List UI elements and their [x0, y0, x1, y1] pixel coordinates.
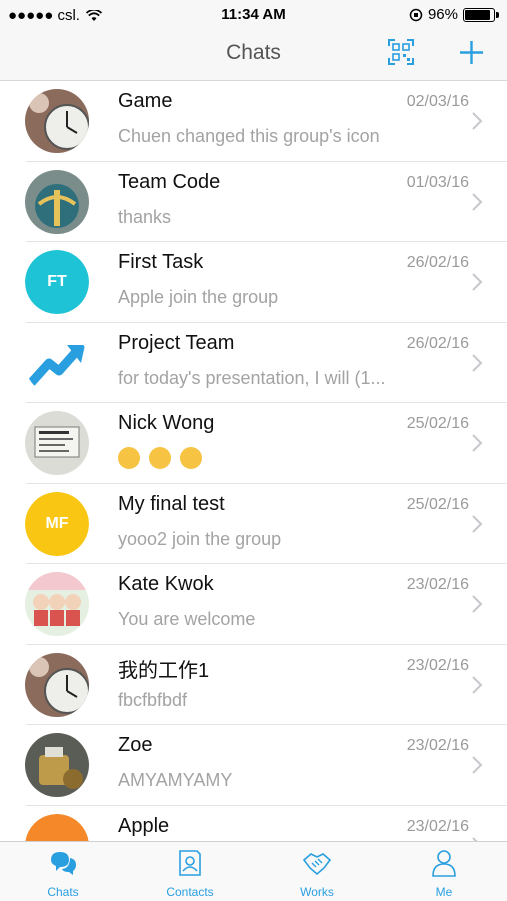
chat-date: 23/02/16: [406, 656, 469, 674]
chat-item-kate-kwok[interactable]: Kate Kwok 23/02/16 You are welcome: [0, 564, 507, 645]
tab-me[interactable]: Me: [381, 842, 507, 901]
chat-item-game[interactable]: Game 02/03/16 Chuen changed this group's…: [0, 81, 507, 162]
tab-label: Me: [435, 885, 453, 899]
note-photo-avatar: [25, 411, 89, 475]
tab-chats[interactable]: Chats: [0, 842, 126, 901]
chat-name: Zoe: [118, 734, 153, 756]
battery-percent: 96%: [427, 6, 458, 23]
trend-arrow-icon: [25, 330, 89, 395]
tab-contacts[interactable]: Contacts: [127, 842, 253, 901]
battery-tip: [496, 11, 499, 18]
chat-preview: for today's presentation, I will (1...: [118, 367, 386, 388]
chat-date: 23/02/16: [406, 576, 469, 593]
chevron-right-icon: [472, 434, 483, 452]
tab-label: Chats: [47, 885, 79, 899]
chat-date: 25/02/16: [406, 415, 469, 432]
avatar: FT: [25, 250, 89, 314]
chevron-right-icon: [472, 353, 483, 372]
chat-item-apple[interactable]: Apple 23/02/16: [0, 806, 507, 841]
contacts-icon: [179, 850, 201, 876]
chat-date: 23/02/16: [406, 817, 469, 835]
chat-preview: Chuen changed this group's icon: [118, 126, 380, 146]
chat-name: Nick Wong: [118, 412, 215, 434]
clock-photo-avatar: [25, 89, 89, 153]
chat-preview: yooo2 join the group: [118, 528, 282, 549]
chat-item-project-team[interactable]: Project Team 26/02/16 for today's presen…: [0, 323, 507, 404]
chevron-right-icon: [472, 675, 483, 694]
add-icon[interactable]: [458, 39, 485, 66]
chat-item-zoe[interactable]: Zoe 23/02/16 AMYAMYAMY: [0, 725, 507, 806]
battery-icon: [463, 7, 495, 22]
tab-label: Works: [300, 885, 334, 899]
chat-date: 25/02/16: [406, 495, 469, 513]
chat-date: 01/03/16: [406, 173, 469, 191]
chevron-right-icon: [472, 756, 483, 774]
chevron-right-icon: [472, 595, 483, 613]
chat-name: My final test: [118, 492, 225, 515]
chat-date: 26/02/16: [406, 334, 469, 352]
chevron-right-icon: [472, 514, 483, 533]
chevron-right-icon: [472, 192, 483, 211]
globe-photo-avatar: [25, 169, 89, 234]
avatar: MF: [25, 491, 89, 556]
nav-bar: Chats: [0, 30, 507, 81]
avatar: [25, 652, 89, 717]
tab-label: Contacts: [166, 885, 214, 899]
chat-item-my-final-test[interactable]: MF My final test 25/02/16 yooo2 join the…: [0, 484, 507, 565]
avatar: [25, 89, 89, 153]
avatar: [25, 330, 89, 395]
avatar: [25, 411, 89, 475]
chat-preview-emoji: [118, 447, 418, 470]
avatar-initials: MF: [25, 491, 89, 556]
chat-name: Team Code: [118, 170, 221, 193]
chat-list[interactable]: Game 02/03/16 Chuen changed this group's…: [0, 81, 507, 841]
person-icon: [432, 850, 456, 877]
chat-name: Project Team: [118, 331, 235, 354]
chat-preview: AMYAMYAMY: [118, 770, 233, 790]
chat-preview: fbcfbfbdf: [118, 689, 188, 710]
chat-item-nick-wong[interactable]: Nick Wong 25/02/16: [0, 403, 507, 484]
qr-scan-icon[interactable]: [388, 39, 414, 65]
page-title: Chats: [226, 41, 281, 64]
handshake-icon: [302, 853, 332, 876]
chat-bubbles-icon: [51, 852, 76, 875]
chat-preview: Apple join the group: [118, 287, 279, 307]
avatar-color-circle: [25, 813, 89, 841]
laughing-emoji-icon: [180, 447, 203, 470]
food-photo-avatar: [25, 733, 89, 797]
status-bar: ●●●●● csl. 11:34 AM 96%: [0, 0, 507, 30]
chat-date: 26/02/16: [406, 254, 469, 271]
chat-item-first-task[interactable]: FT First Task 26/02/16 Apple join the gr…: [0, 242, 507, 323]
chat-item-team-code[interactable]: Team Code 01/03/16 thanks: [0, 162, 507, 243]
chat-name: Kate Kwok: [118, 573, 214, 595]
chat-date: 23/02/16: [406, 737, 469, 754]
avatar: [25, 572, 89, 636]
tab-bar: Chats Contacts Works Me: [0, 841, 507, 901]
chat-preview: You are welcome: [118, 609, 256, 629]
chat-name: Apple: [118, 814, 170, 837]
avatar-initials: FT: [25, 250, 89, 314]
chat-name: Game: [118, 90, 173, 112]
clock-photo-avatar: [25, 652, 89, 717]
avatar: [25, 169, 89, 234]
laughing-emoji-icon: [118, 447, 140, 470]
kids-photo-avatar: [25, 572, 89, 636]
tab-works[interactable]: Works: [254, 842, 380, 901]
chat-item-work-1[interactable]: 我的工作1 23/02/16 fbcfbfbdf: [0, 645, 507, 726]
chat-name: 我的工作1: [118, 659, 210, 682]
avatar: [25, 733, 89, 797]
chat-name: First Task: [118, 251, 204, 273]
laughing-emoji-icon: [149, 447, 172, 470]
orientation-lock-icon: [409, 8, 423, 21]
avatar: [25, 813, 89, 841]
chat-preview: thanks: [118, 206, 172, 227]
chevron-right-icon: [472, 273, 483, 291]
chat-date: 02/03/16: [406, 93, 469, 110]
chevron-right-icon: [472, 112, 483, 130]
